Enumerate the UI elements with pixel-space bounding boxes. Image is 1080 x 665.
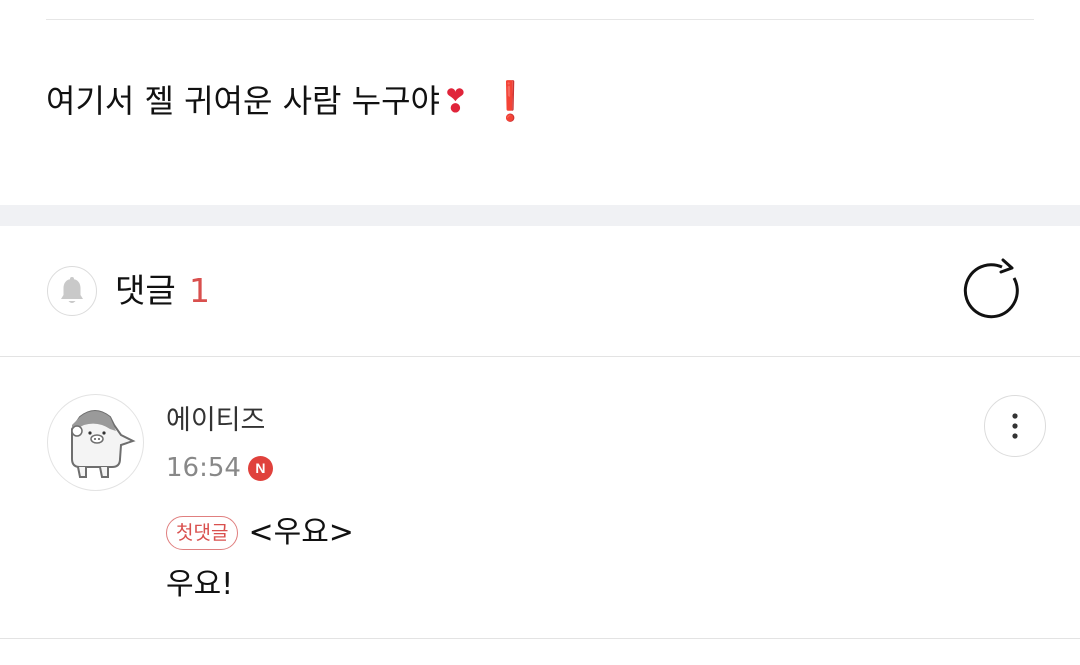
comment-headline: 첫댓글 <우요> — [166, 511, 354, 555]
comment-text: 우요! — [166, 567, 234, 602]
bell-icon — [61, 277, 83, 303]
bottom-divider — [0, 638, 1080, 639]
new-badge: N — [247, 455, 273, 481]
post-content: 여기서 젤 귀여운 사람 누구야 ❣ ❗ — [46, 76, 534, 126]
refresh-icon — [963, 258, 1019, 319]
comments-label: 댓글 — [115, 271, 176, 310]
heart-exclamation-emoji: ❣ — [441, 82, 469, 120]
refresh-button[interactable] — [962, 258, 1030, 326]
comments-header: 댓글 1 — [0, 226, 1080, 356]
author-avatar[interactable] — [47, 394, 144, 491]
comment-headline-text: <우요> — [248, 515, 354, 550]
comment-time: 16:54 — [166, 453, 241, 483]
cartoon-avatar-icon — [71, 410, 136, 478]
exclamation-emoji: ❗ — [486, 79, 535, 123]
more-vertical-icon — [1012, 413, 1018, 439]
comment-meta: 16:54 N — [166, 448, 273, 488]
notification-bell-button[interactable] — [47, 266, 97, 316]
first-comment-badge: 첫댓글 — [166, 516, 239, 550]
post-text: 여기서 젤 귀여운 사람 누구야 — [46, 82, 440, 120]
section-separator — [0, 205, 1080, 226]
top-divider — [46, 19, 1034, 20]
comment-author[interactable]: 에이티즈 — [166, 401, 265, 441]
comment-item: 에이티즈 16:54 N 첫댓글 <우요> 우요! — [0, 357, 1080, 639]
comment-more-button[interactable] — [984, 395, 1046, 457]
comments-count: 1 — [189, 271, 210, 310]
